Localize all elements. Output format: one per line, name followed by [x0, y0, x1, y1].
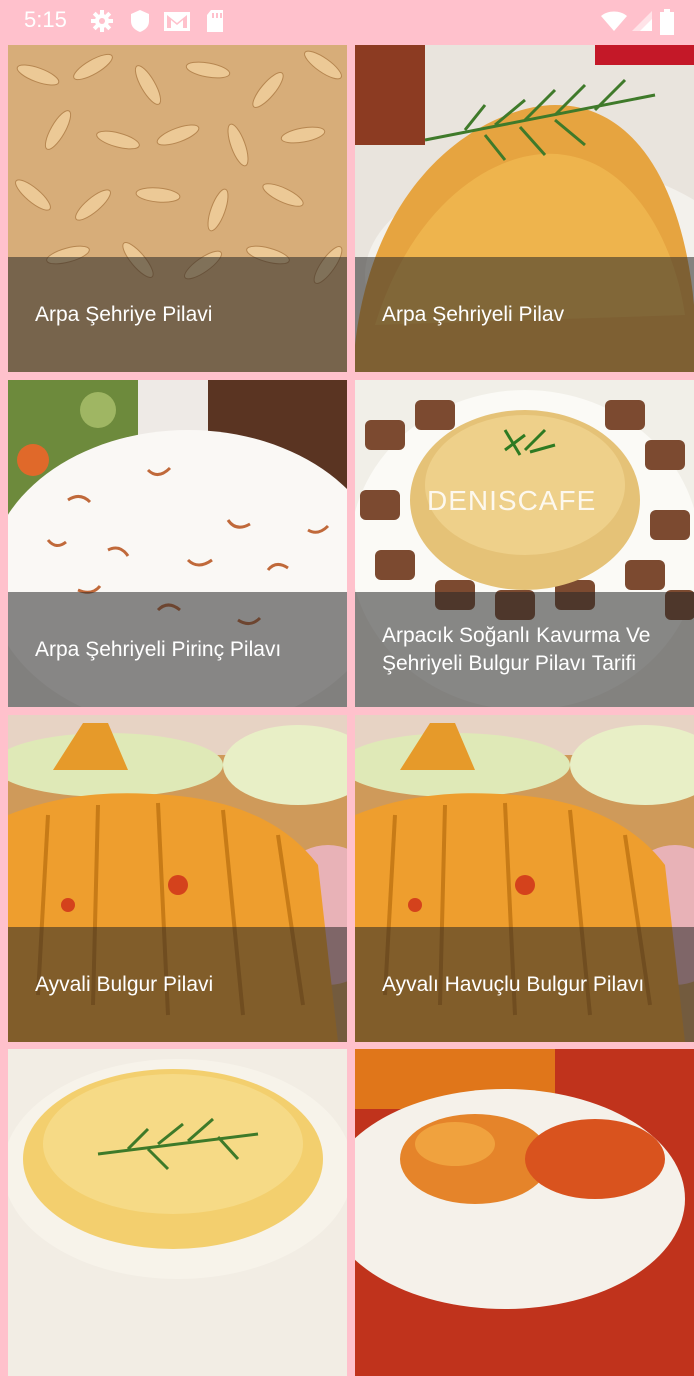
recipe-title: Arpa Şehriyeli Pirinç Pilavı: [35, 637, 282, 661]
recipe-caption: Arpa Şehriyeli Pilav: [355, 257, 694, 372]
signal-icon: [632, 11, 652, 31]
recipe-image: [8, 1049, 347, 1376]
recipe-card[interactable]: [355, 1049, 694, 1376]
recipe-card[interactable]: DENISCAFE Arpacık Soğanlı Kavurma Ve Şeh…: [355, 380, 694, 707]
watermark: DENISCAFE: [427, 485, 597, 516]
recipe-caption: Arpacık Soğanlı Kavurma Ve Şehriyeli Bul…: [355, 592, 694, 707]
recipe-title: Arpa Şehriyeli Pilav: [382, 302, 565, 326]
recipe-caption: Ayvali Bulgur Pilavi: [8, 927, 347, 1042]
recipe-card[interactable]: Ayvalı Havuçlu Bulgur Pilavı: [355, 715, 694, 1042]
recipe-title: Ayvali Bulgur Pilavi: [35, 972, 214, 996]
recipe-caption: Arpa Şehriyeli Pirinç Pilavı: [8, 592, 347, 707]
recipe-card[interactable]: [8, 1049, 347, 1376]
recipe-card[interactable]: Arpa Şehriyeli Pilav: [355, 45, 694, 372]
recipe-card[interactable]: Ayvali Bulgur Pilavi: [8, 715, 347, 1042]
recipe-title: Arpa Şehriye Pilavi: [35, 302, 213, 326]
recipe-card[interactable]: Arpa Şehriyeli Pirinç Pilavı: [8, 380, 347, 707]
recipe-title: Arpacık Soğanlı Kavurma Ve Şehriyeli Bul…: [382, 623, 651, 675]
recipe-caption: Ayvalı Havuçlu Bulgur Pilavı: [355, 927, 694, 1042]
wifi-icon: [601, 11, 627, 31]
battery-icon: [660, 9, 674, 35]
gear-icon: [91, 10, 113, 32]
recipe-title: Ayvalı Havuçlu Bulgur Pilavı: [382, 972, 645, 996]
gmail-icon: [164, 12, 190, 31]
recipe-caption: Arpa Şehriye Pilavi: [8, 257, 347, 372]
recipe-image: [355, 1049, 694, 1376]
shield-icon: [131, 10, 149, 32]
recipe-card[interactable]: Arpa Şehriye Pilavi: [8, 45, 347, 372]
sd-card-icon: [207, 10, 223, 32]
status-time: 5:15: [24, 7, 67, 32]
status-bar: 5:15: [0, 0, 700, 42]
